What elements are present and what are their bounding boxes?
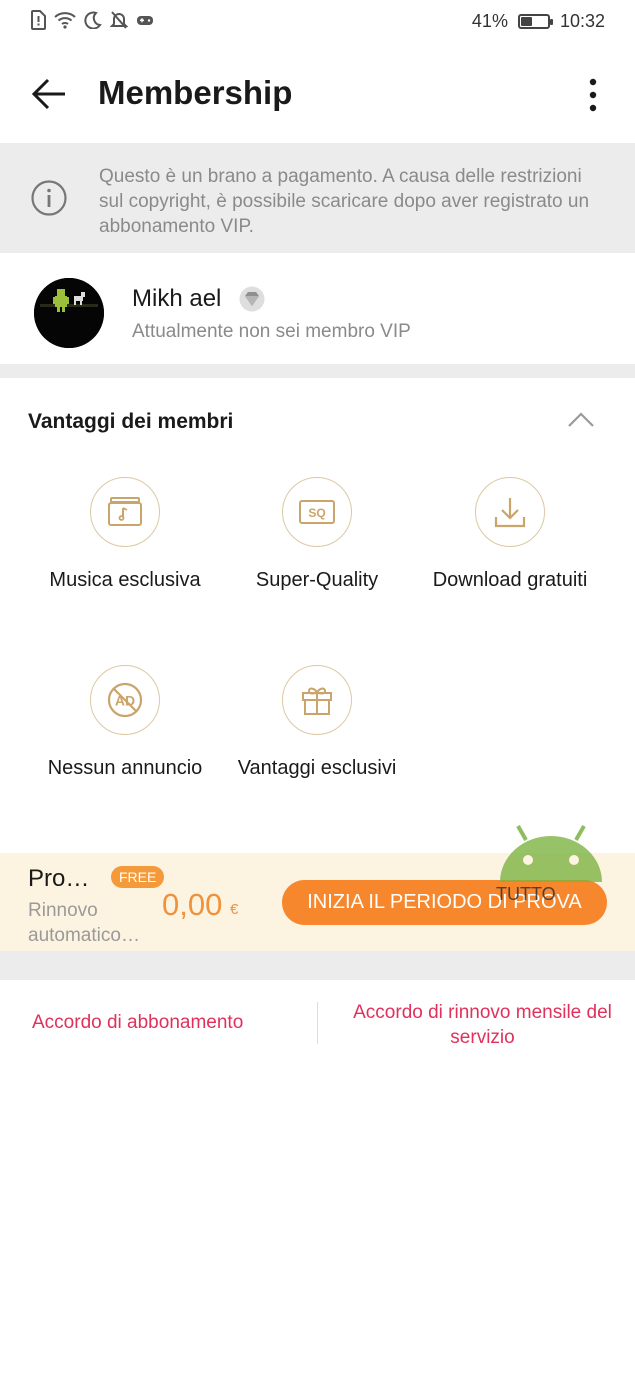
price: 0,00	[162, 887, 223, 922]
agreement-links: Accordo di abbonamento Accordo di rinnov…	[0, 980, 635, 1070]
game-icon	[137, 16, 153, 25]
no-ads-icon: AD	[90, 665, 160, 735]
avatar[interactable]	[34, 278, 104, 348]
wifi-icon	[54, 12, 76, 29]
status-bar: 41% 10:32	[0, 0, 635, 44]
member-status: Attualmente non sei membro VIP	[132, 321, 411, 342]
battery-percent: 41%	[471, 11, 508, 31]
member-benefits-section: Vantaggi dei membri Musica esclusiva SQ …	[0, 378, 635, 853]
renewal-agreement-link[interactable]: Accordo di rinnovo mensile del servizio	[340, 1000, 625, 1050]
gift-icon	[282, 665, 352, 735]
back-button[interactable]	[26, 72, 70, 116]
status-right: 41% 10:32	[472, 11, 605, 32]
benefit-no-ads[interactable]: AD Nessun annuncio	[30, 665, 220, 782]
notice-text: Questo è un brano a pagamento. A causa d…	[99, 166, 590, 237]
app-bar: Membership	[0, 52, 635, 138]
benefit-exclusive-music[interactable]: Musica esclusiva	[30, 477, 220, 594]
section-divider	[0, 951, 635, 980]
benefit-free-download[interactable]: Download gratuiti	[415, 477, 605, 594]
subscription-agreement-link[interactable]: Accordo di abbonamento	[32, 1012, 243, 1034]
sq-icon: SQ	[282, 477, 352, 547]
arrow-left-icon	[31, 78, 65, 110]
battery-icon	[517, 14, 553, 29]
benefit-super-quality[interactable]: SQ Super-Quality	[222, 477, 412, 594]
page-title: Membership	[98, 74, 293, 111]
benefit-label: Vantaggi esclusivi	[237, 757, 397, 779]
sim-alert-icon	[31, 10, 46, 30]
section-divider	[0, 364, 635, 378]
renewal-text: Rinnovo automatico…	[28, 900, 140, 946]
chevron-up-icon	[568, 412, 594, 427]
diamond-icon	[237, 286, 267, 317]
download-icon	[475, 477, 545, 547]
free-badge: FREE	[111, 866, 165, 888]
moon-icon	[84, 11, 102, 29]
benefit-label: Super-Quality	[255, 569, 379, 591]
more-vertical-icon	[589, 78, 597, 112]
user-name: Mikh ael	[132, 285, 222, 312]
svg-text:SQ: SQ	[308, 506, 325, 520]
android-watermark: TUTTO	[496, 822, 611, 904]
status-icons	[30, 10, 154, 30]
plan-name: Pro…	[28, 865, 90, 892]
watermark-text: TUTTO	[496, 884, 556, 902]
benefit-label: Musica esclusiva	[49, 569, 201, 591]
info-icon	[30, 179, 68, 222]
profile-card[interactable]: Mikh ael Attualmente non sei membro VIP	[0, 253, 635, 364]
exclusive-music-icon	[90, 477, 160, 547]
vertical-divider	[317, 1002, 318, 1044]
currency: €	[230, 901, 239, 918]
more-options-button[interactable]	[581, 76, 605, 116]
copyright-notice: Questo è un brano a pagamento. A causa d…	[0, 143, 635, 253]
collapse-button[interactable]	[567, 410, 595, 430]
battery-fill	[520, 17, 533, 26]
benefit-label: Download gratuiti	[432, 569, 588, 591]
benefit-label: Nessun annuncio	[47, 757, 203, 779]
benefits-title: Vantaggi dei membri	[28, 410, 234, 433]
bell-off-icon	[110, 11, 128, 29]
clock: 10:32	[559, 11, 605, 31]
benefit-exclusive-perks[interactable]: Vantaggi esclusivi	[222, 665, 412, 782]
